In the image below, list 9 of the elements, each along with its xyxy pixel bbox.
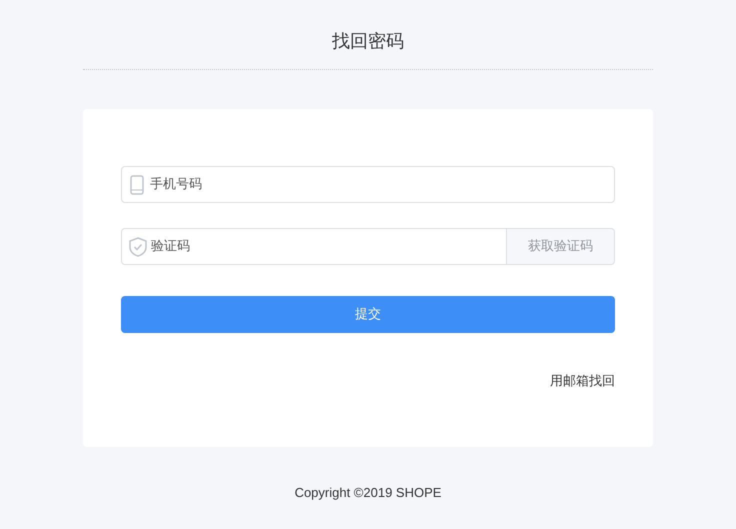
phone-field[interactable]: 手机号码 [121, 166, 615, 203]
email-recovery-link[interactable]: 用邮箱找回 [550, 372, 615, 392]
shield-check-icon [129, 237, 147, 257]
get-code-button[interactable]: 获取验证码 [507, 228, 615, 265]
submit-button[interactable]: 提交 [121, 296, 615, 333]
phone-icon [130, 175, 144, 195]
copyright-text: Copyright ©2019 SHOPE [294, 484, 442, 502]
code-field[interactable]: 验证码 [121, 228, 507, 265]
page-title: 找回密码 [332, 30, 404, 54]
